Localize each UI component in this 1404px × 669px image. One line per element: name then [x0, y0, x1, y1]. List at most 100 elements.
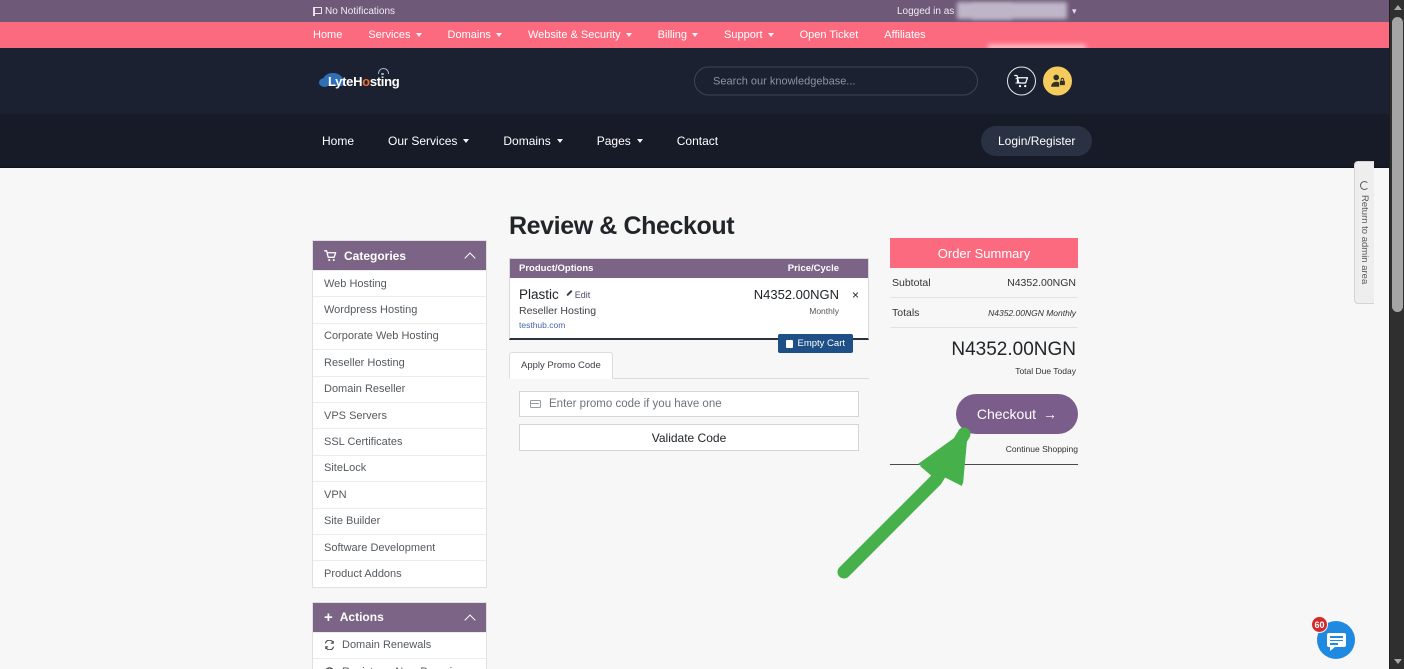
- sidebar-item-ssl-certificates[interactable]: SSL Certificates: [313, 428, 486, 455]
- order-summary-panel: Order Summary Subtotal N4352.00NGN Total…: [890, 238, 1078, 465]
- summary-divider: [890, 464, 1078, 465]
- sidebar-action-domain-renewals[interactable]: Domain Renewals: [313, 631, 486, 659]
- sidebar-item-reseller-hosting[interactable]: Reseller Hosting: [313, 349, 486, 376]
- promo-code-field[interactable]: Enter promo code if you have one: [519, 391, 859, 417]
- sidebar-item-label: SSL Certificates: [324, 436, 403, 449]
- search-input[interactable]: [711, 74, 961, 88]
- order-summary-body: Subtotal N4352.00NGN Totals N4352.00NGN …: [890, 268, 1078, 465]
- validate-code-button[interactable]: Validate Code: [519, 424, 859, 451]
- categories-panel: Categories Web Hosting Wordpress Hosting…: [312, 240, 487, 588]
- triangle-down-icon: [1393, 659, 1402, 664]
- chat-widget-button[interactable]: 60: [1311, 616, 1355, 659]
- nav-item-domains[interactable]: Domains: [486, 134, 579, 148]
- browser-page: No Notifications Logged in as ▾ Home Ser…: [0, 0, 1389, 669]
- sidebar-item-web-hosting[interactable]: Web Hosting: [313, 270, 486, 297]
- tab-apply-promo-code[interactable]: Apply Promo Code: [509, 352, 613, 379]
- admin-nav-billing[interactable]: Billing: [645, 29, 711, 41]
- arrow-right-icon: →: [1043, 406, 1057, 422]
- summary-row-value: N4352.00NGN: [1007, 277, 1076, 289]
- cart-icon-button[interactable]: 1: [1007, 66, 1036, 96]
- continue-shopping-link[interactable]: Continue Shopping: [890, 444, 1078, 454]
- promo-body: Enter promo code if you have one Validat…: [509, 379, 869, 451]
- product-category: Reseller Hosting: [519, 305, 597, 317]
- cart-table-header: Product/Options Price/Cycle: [510, 259, 868, 278]
- empty-cart-label: Empty Cart: [797, 338, 845, 349]
- scroll-down-button[interactable]: [1390, 654, 1404, 669]
- edit-product-link[interactable]: Edit: [565, 290, 591, 300]
- edit-label: Edit: [574, 289, 591, 300]
- main-nav-items: Home Our Services Domains Pages Contact: [305, 134, 735, 148]
- admin-nav-affiliates[interactable]: Affiliates: [871, 29, 938, 41]
- user-lock-icon: [1050, 74, 1065, 87]
- checkout-label: Checkout: [976, 406, 1036, 422]
- order-summary-title: Order Summary: [890, 238, 1078, 268]
- sidebar-item-corporate-web-hosting[interactable]: Corporate Web Hosting: [313, 322, 486, 350]
- cart-table: Product/Options Price/Cycle Plastic Edit: [509, 258, 869, 340]
- summary-row-totals: Totals N4352.00NGN Monthly: [890, 298, 1078, 328]
- actions-panel-header[interactable]: + Actions: [313, 602, 486, 632]
- logged-in-label: Logged in as: [897, 5, 955, 17]
- categories-panel-header[interactable]: Categories: [313, 241, 486, 270]
- chevron-up-icon[interactable]: [466, 251, 475, 260]
- nav-item-domains-label: Domains: [503, 133, 551, 148]
- nav-item-contact[interactable]: Contact: [660, 134, 735, 148]
- nav-item-home[interactable]: Home: [305, 134, 371, 148]
- chat-bubble-icon: [1326, 633, 1346, 651]
- sidebar-item-label: Site Builder: [324, 515, 381, 528]
- nav-item-our-services-label: Our Services: [388, 133, 458, 148]
- notifications-indicator[interactable]: No Notifications: [313, 6, 395, 17]
- sidebar-action-register-new-domain[interactable]: Register a New Domain: [313, 658, 486, 669]
- grand-total-block: N4352.00NGN Total Due Today: [890, 328, 1078, 376]
- return-to-admin-label: Return to admin area: [1359, 194, 1370, 285]
- sidebar-item-product-addons[interactable]: Product Addons: [313, 560, 486, 587]
- summary-row-label: Totals: [892, 307, 920, 319]
- triangle-up-icon: [1393, 5, 1402, 10]
- sidebar-item-label: Wordpress Hosting: [324, 304, 418, 317]
- chevron-down-icon: [625, 33, 632, 37]
- scroll-up-button[interactable]: [1390, 0, 1404, 15]
- admin-nav-website-security[interactable]: Website & Security: [515, 29, 645, 41]
- chevron-up-icon[interactable]: [466, 613, 475, 622]
- user-menu-caret-icon[interactable]: ▾: [1072, 6, 1077, 17]
- nav-item-pages-label: Pages: [596, 133, 631, 148]
- sidebar-item-vpn[interactable]: VPN: [313, 481, 486, 508]
- sidebar-item-software-development[interactable]: Software Development: [313, 533, 486, 561]
- sidebar-item-site-builder[interactable]: Site Builder: [313, 507, 486, 534]
- remove-item-button[interactable]: ×: [852, 289, 859, 301]
- sidebar-item-sitelock[interactable]: SiteLock: [313, 454, 486, 482]
- site-logo[interactable]: LyteHosting: [319, 67, 406, 95]
- scrollbar-thumb[interactable]: [1392, 17, 1403, 312]
- nav-item-home-label: Home: [322, 133, 355, 148]
- sidebar-item-wordpress-hosting[interactable]: Wordpress Hosting: [313, 296, 486, 323]
- admin-nav-open-ticket[interactable]: Open Ticket: [787, 29, 872, 41]
- nav-item-pages[interactable]: Pages: [580, 134, 660, 148]
- site-header: LyteHosting 1: [0, 48, 1389, 114]
- column-header-price: Price/Cycle: [787, 263, 839, 274]
- table-row: Plastic Edit Reseller Hosting testhub.co…: [510, 278, 868, 338]
- admin-nav-services[interactable]: Services: [355, 29, 434, 41]
- knowledgebase-search[interactable]: [694, 66, 978, 96]
- vertical-scrollbar[interactable]: [1389, 0, 1404, 669]
- cart-count-badge: 1: [1015, 76, 1020, 86]
- account-icon-button[interactable]: [1043, 66, 1072, 96]
- logo-wordmark: LyteHosting: [328, 74, 400, 89]
- admin-nav-support[interactable]: Support: [711, 29, 787, 41]
- promo-tabstrip: Apply Promo Code: [509, 352, 869, 379]
- sidebar-item-label: Web Hosting: [324, 277, 387, 290]
- admin-nav-home-label: Home: [313, 29, 343, 41]
- page-title: Review & Checkout: [509, 212, 735, 240]
- grand-total-caption: Total Due Today: [1015, 366, 1076, 376]
- sidebar-item-label: Software Development: [324, 541, 436, 554]
- admin-nav-domains[interactable]: Domains: [435, 29, 515, 41]
- sidebar-item-domain-reseller[interactable]: Domain Reseller: [313, 375, 486, 402]
- plus-icon: +: [324, 608, 333, 626]
- checkout-button[interactable]: Checkout →: [955, 394, 1078, 434]
- sidebar-item-vps-servers[interactable]: VPS Servers: [313, 401, 486, 429]
- admin-nav-home[interactable]: Home: [300, 29, 355, 41]
- flag-icon: [313, 6, 322, 16]
- nav-item-our-services[interactable]: Our Services: [371, 134, 486, 148]
- return-to-admin-tab[interactable]: Return to admin area: [1354, 161, 1374, 304]
- login-register-button[interactable]: Login/Register: [981, 125, 1093, 156]
- checkout-button-wrap: Checkout →: [890, 376, 1078, 434]
- empty-cart-button[interactable]: Empty Cart: [778, 334, 853, 353]
